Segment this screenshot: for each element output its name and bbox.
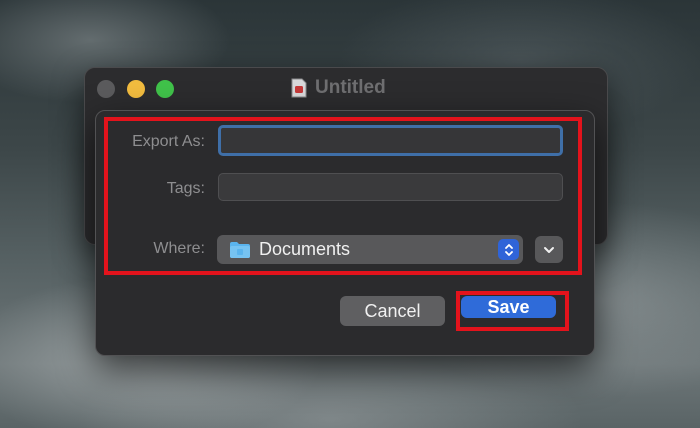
tags-input[interactable]: [218, 173, 563, 201]
export-as-label: Export As:: [132, 133, 205, 150]
window-title-bar: Untitled: [291, 77, 386, 99]
desktop-background: Untitled Export As: Tags: Where: Documen…: [0, 0, 700, 428]
export-as-input[interactable]: [218, 125, 563, 156]
document-icon: [291, 78, 307, 98]
where-selected-value: Documents: [259, 239, 351, 259]
cancel-button[interactable]: Cancel: [340, 296, 445, 326]
save-button[interactable]: Save: [461, 296, 556, 318]
folder-icon: [230, 241, 250, 258]
close-window-button[interactable]: [97, 80, 115, 98]
where-label: Where:: [153, 240, 205, 257]
where-location-select[interactable]: Documents: [217, 235, 523, 264]
chevron-down-icon: [544, 246, 554, 253]
export-save-sheet: Export As: Tags: Where: Documents Cancel…: [95, 110, 595, 356]
tags-label: Tags:: [166, 180, 205, 197]
expand-browser-button[interactable]: [535, 236, 563, 263]
up-down-chevron-icon: [498, 239, 519, 260]
minimize-window-button[interactable]: [127, 80, 145, 98]
zoom-window-button[interactable]: [156, 80, 174, 98]
window-title: Untitled: [315, 77, 386, 98]
